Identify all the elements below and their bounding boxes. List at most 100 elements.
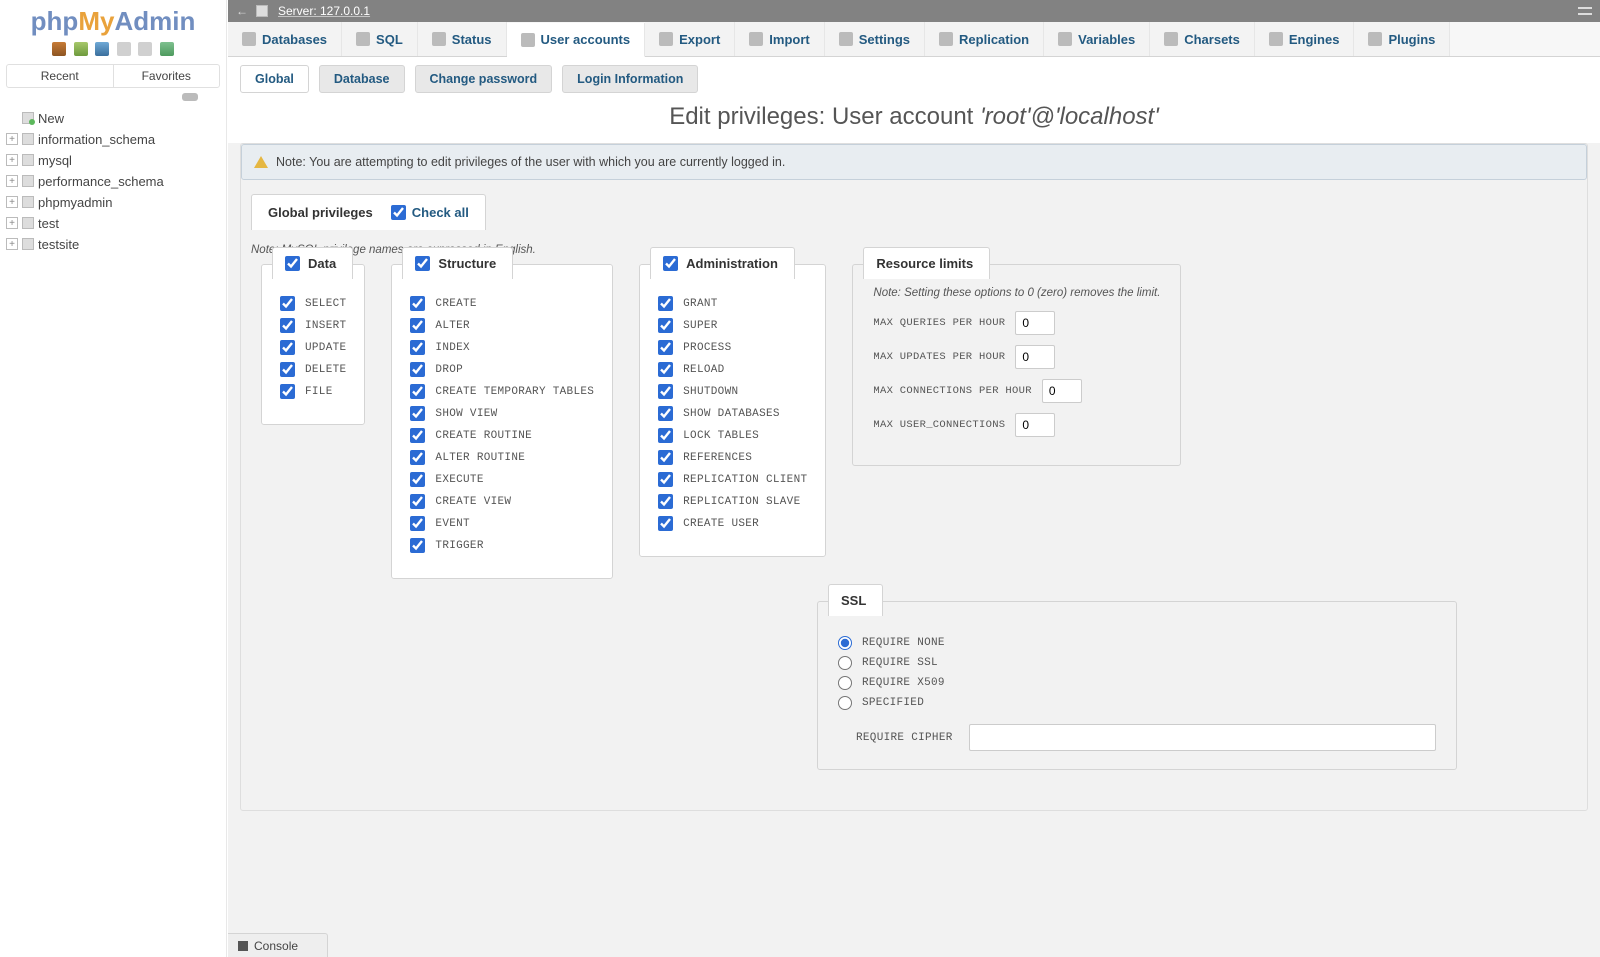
navpanel-settings-icon[interactable] (117, 42, 131, 56)
priv-checkbox[interactable] (410, 428, 425, 443)
check-all[interactable]: Check all (391, 205, 469, 220)
priv-checkbox[interactable] (410, 406, 425, 421)
priv-show-view[interactable]: SHOW VIEW (410, 406, 594, 421)
docs-icon[interactable] (95, 42, 109, 56)
priv-alter-routine[interactable]: ALTER ROUTINE (410, 450, 594, 465)
group-administration-legend[interactable]: Administration (650, 247, 795, 279)
refresh-icon[interactable] (160, 42, 174, 56)
priv-checkbox[interactable] (280, 384, 295, 399)
ssl-radio[interactable] (838, 676, 852, 690)
expand-icon[interactable]: + (6, 238, 18, 250)
group-data-legend[interactable]: Data (272, 247, 353, 279)
priv-checkbox[interactable] (658, 296, 673, 311)
back-arrow[interactable]: ← (236, 4, 248, 18)
nav-engines[interactable]: Engines (1255, 22, 1355, 56)
priv-references[interactable]: REFERENCES (658, 450, 807, 465)
subtab-login-information[interactable]: Login Information (562, 65, 698, 93)
server-label[interactable]: Server: 127.0.0.1 (278, 4, 370, 18)
priv-checkbox[interactable] (280, 318, 295, 333)
subtab-global[interactable]: Global (240, 65, 309, 93)
priv-checkbox[interactable] (658, 516, 673, 531)
priv-lock-tables[interactable]: LOCK TABLES (658, 428, 807, 443)
subtab-change-password[interactable]: Change password (415, 65, 553, 93)
tree-new[interactable]: New (6, 108, 226, 129)
priv-process[interactable]: PROCESS (658, 340, 807, 355)
priv-checkbox[interactable] (658, 494, 673, 509)
nav-replication[interactable]: Replication (925, 22, 1044, 56)
expand-icon[interactable]: + (6, 154, 18, 166)
tree-db-phpmyadmin[interactable]: +phpmyadmin (6, 192, 226, 213)
priv-replication-client[interactable]: REPLICATION CLIENT (658, 472, 807, 487)
nav-plugins[interactable]: Plugins (1354, 22, 1450, 56)
priv-create[interactable]: CREATE (410, 296, 594, 311)
nav-status[interactable]: Status (418, 22, 507, 56)
priv-execute[interactable]: EXECUTE (410, 472, 594, 487)
priv-checkbox[interactable] (410, 450, 425, 465)
ssl-radio[interactable] (838, 656, 852, 670)
priv-checkbox[interactable] (410, 296, 425, 311)
console-toggle[interactable]: Console (228, 933, 328, 957)
nav-settings[interactable]: Settings (825, 22, 925, 56)
priv-checkbox[interactable] (410, 340, 425, 355)
priv-checkbox[interactable] (658, 450, 673, 465)
res-input[interactable] (1042, 379, 1082, 403)
priv-checkbox[interactable] (658, 428, 673, 443)
ssl-radio[interactable] (838, 696, 852, 710)
nav-import[interactable]: Import (735, 22, 824, 56)
tab-recent[interactable]: Recent (7, 65, 113, 87)
priv-checkbox[interactable] (410, 516, 425, 531)
group-structure-checkbox[interactable] (415, 256, 430, 271)
priv-checkbox[interactable] (410, 362, 425, 377)
priv-show-databases[interactable]: SHOW DATABASES (658, 406, 807, 421)
priv-checkbox[interactable] (410, 384, 425, 399)
priv-create-user[interactable]: CREATE USER (658, 516, 807, 531)
nav-sql[interactable]: SQL (342, 22, 418, 56)
nav-variables[interactable]: Variables (1044, 22, 1150, 56)
ssl-radio[interactable] (838, 636, 852, 650)
check-all-checkbox[interactable] (391, 205, 406, 220)
priv-index[interactable]: INDEX (410, 340, 594, 355)
priv-drop[interactable]: DROP (410, 362, 594, 377)
tree-db-performance_schema[interactable]: +performance_schema (6, 171, 226, 192)
ssl-cipher-input[interactable] (969, 724, 1436, 751)
priv-create-routine[interactable]: CREATE ROUTINE (410, 428, 594, 443)
nav-charsets[interactable]: Charsets (1150, 22, 1255, 56)
expand-icon[interactable]: + (6, 133, 18, 145)
ssl-require-ssl[interactable]: REQUIRE SSL (838, 656, 1436, 670)
priv-checkbox[interactable] (280, 362, 295, 377)
priv-checkbox[interactable] (658, 362, 673, 377)
nav-export[interactable]: Export (645, 22, 735, 56)
ssl-specified[interactable]: SPECIFIED (838, 696, 1436, 710)
priv-alter[interactable]: ALTER (410, 318, 594, 333)
reload-icon[interactable] (138, 42, 152, 56)
subtab-database[interactable]: Database (319, 65, 405, 93)
group-structure-legend[interactable]: Structure (402, 247, 513, 279)
priv-create-view[interactable]: CREATE VIEW (410, 494, 594, 509)
priv-trigger[interactable]: TRIGGER (410, 538, 594, 553)
priv-replication-slave[interactable]: REPLICATION SLAVE (658, 494, 807, 509)
priv-update[interactable]: UPDATE (280, 340, 346, 355)
priv-checkbox[interactable] (280, 296, 295, 311)
home-icon[interactable] (52, 42, 66, 56)
nav-user-accounts[interactable]: User accounts (507, 23, 646, 57)
res-input[interactable] (1015, 345, 1055, 369)
priv-checkbox[interactable] (280, 340, 295, 355)
priv-checkbox[interactable] (410, 472, 425, 487)
priv-grant[interactable]: GRANT (658, 296, 807, 311)
collapse-icon[interactable] (1578, 7, 1592, 15)
res-input[interactable] (1015, 413, 1055, 437)
priv-file[interactable]: FILE (280, 384, 346, 399)
group-data-checkbox[interactable] (285, 256, 300, 271)
priv-insert[interactable]: INSERT (280, 318, 346, 333)
priv-checkbox[interactable] (410, 494, 425, 509)
priv-super[interactable]: SUPER (658, 318, 807, 333)
group-administration-checkbox[interactable] (663, 256, 678, 271)
priv-create-temporary-tables[interactable]: CREATE TEMPORARY TABLES (410, 384, 594, 399)
priv-checkbox[interactable] (658, 472, 673, 487)
priv-checkbox[interactable] (410, 318, 425, 333)
priv-event[interactable]: EVENT (410, 516, 594, 531)
tree-db-information_schema[interactable]: +information_schema (6, 129, 226, 150)
priv-checkbox[interactable] (658, 406, 673, 421)
tree-db-test[interactable]: +test (6, 213, 226, 234)
priv-select[interactable]: SELECT (280, 296, 346, 311)
